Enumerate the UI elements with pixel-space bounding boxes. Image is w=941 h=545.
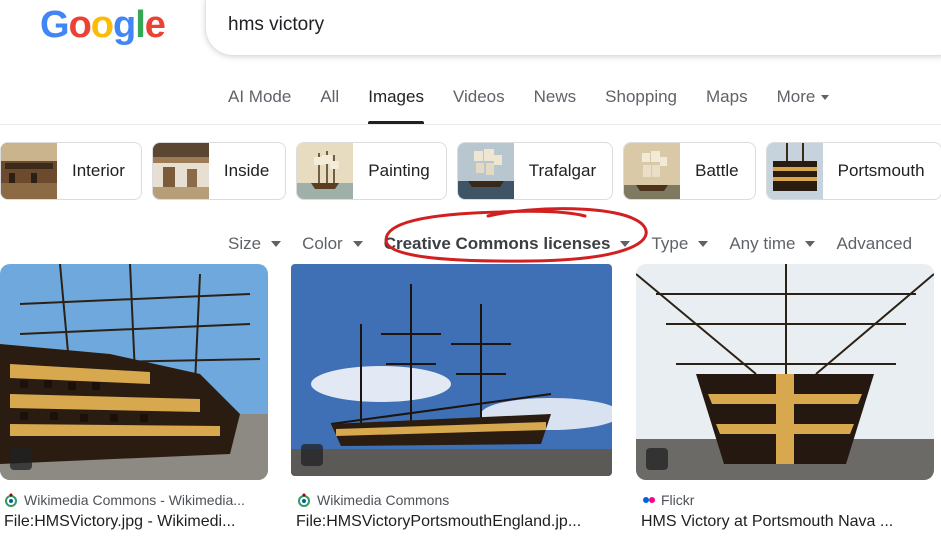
filter-type[interactable]: Type [651,232,709,256]
tab-label: More [776,87,816,106]
result-source-label: Wikimedia Commons [317,492,450,508]
filter-color[interactable]: Color [302,232,363,256]
chip-painting[interactable]: Painting [296,142,447,200]
chip-thumbnail [457,143,514,199]
chip-thumbnail [297,143,354,199]
image-result[interactable] [0,264,268,480]
result-thumbnail [291,264,612,476]
chip-label: Battle [695,161,739,180]
tab-videos[interactable]: Videos [453,86,505,124]
result-image[interactable] [0,264,268,480]
dropdown-arrow-icon [805,241,816,247]
wikimedia-icon [5,493,17,507]
filter-label: Type [651,234,689,253]
search-tools: Size Color Creative Commons licenses Typ… [228,232,933,256]
tab-label: Shopping [605,87,678,106]
chip-trafalgar[interactable]: Trafalgar [456,142,614,200]
tab-all[interactable]: All [320,86,339,124]
result-image[interactable] [291,264,612,476]
google-logo[interactable]: Google [40,4,166,47]
filter-usage-rights[interactable]: Creative Commons licenses [384,232,631,256]
result-source[interactable]: Wikimedia Commons - Wikimedia... [4,492,245,508]
chip-thumbnail [624,143,681,199]
image-result[interactable] [636,264,934,480]
filter-advanced[interactable]: Advanced [836,232,912,256]
filter-label: Size [228,234,262,253]
search-box[interactable] [205,0,941,56]
logo-letter: l [135,4,146,46]
chip-inside[interactable]: Inside [151,142,287,200]
tab-images[interactable]: Images [368,86,424,124]
dropdown-arrow-icon [620,241,631,247]
tab-shopping[interactable]: Shopping [605,86,677,124]
result-thumbnail [0,264,268,480]
tab-label: Maps [706,87,748,106]
dropdown-arrow-icon [271,241,282,247]
dropdown-arrow-icon [698,241,709,247]
search-tabs: AI Mode All Images Videos News Shopping … [228,86,858,126]
search-input[interactable] [228,14,828,36]
logo-letter: o [90,4,114,46]
filter-size[interactable]: Size [228,232,282,256]
image-badge-icon [301,444,323,466]
tab-ai-mode[interactable]: AI Mode [228,86,291,124]
chip-battle[interactable]: Battle [623,142,756,200]
chip-portsmouth[interactable]: Portsmouth [765,142,941,200]
image-badge-icon [646,448,668,470]
tab-label: Images [368,87,424,106]
logo-letter: g [113,4,136,46]
chip-thumbnail [766,143,823,199]
result-source-label: Flickr [661,492,695,508]
tab-maps[interactable]: Maps [706,86,748,124]
chip-thumbnail [152,143,209,199]
result-title[interactable]: HMS Victory at Portsmouth Nava ... [641,513,937,531]
chip-label: Inside [223,161,270,180]
result-source[interactable]: Wikimedia Commons [297,492,449,508]
image-result[interactable] [291,264,612,476]
result-source[interactable]: Flickr [642,492,694,508]
filter-label: Any time [729,234,796,253]
chip-label: Trafalgar [528,161,597,180]
filter-label: Color [302,234,343,253]
tab-label: AI Mode [228,87,292,106]
caret-down-icon [821,95,830,101]
chip-label: Portsmouth [837,161,925,180]
related-chips: Interior Inside Painting Trafalgar Battl… [0,142,941,200]
result-thumbnail [636,264,934,480]
flickr-icon [643,497,655,503]
logo-letter: G [40,4,70,46]
tab-more[interactable]: More [777,86,830,124]
logo-letter: e [144,4,166,46]
filter-label: Creative Commons licenses [383,234,611,253]
chip-label: Interior [72,161,125,180]
result-image[interactable] [636,264,934,480]
tab-label: All [320,87,340,106]
dropdown-arrow-icon [352,241,363,247]
tab-news[interactable]: News [534,86,577,124]
result-source-label: Wikimedia Commons - Wikimedia... [24,492,245,508]
chip-label: Painting [368,161,430,180]
result-title[interactable]: File:HMSVictory.jpg - Wikimedi... [4,513,266,531]
tab-label: Videos [452,87,505,106]
wikimedia-icon [298,493,310,507]
image-badge-icon [10,448,32,470]
chip-thumbnail [1,143,57,199]
logo-letter: o [68,4,92,46]
tabs-divider [0,124,941,125]
filter-label: Advanced [836,234,913,253]
chip-interior[interactable]: Interior [0,142,142,200]
filter-time[interactable]: Any time [729,232,816,256]
result-title[interactable]: File:HMSVictoryPortsmouthEngland.jp... [296,513,614,531]
tab-label: News [533,87,577,106]
